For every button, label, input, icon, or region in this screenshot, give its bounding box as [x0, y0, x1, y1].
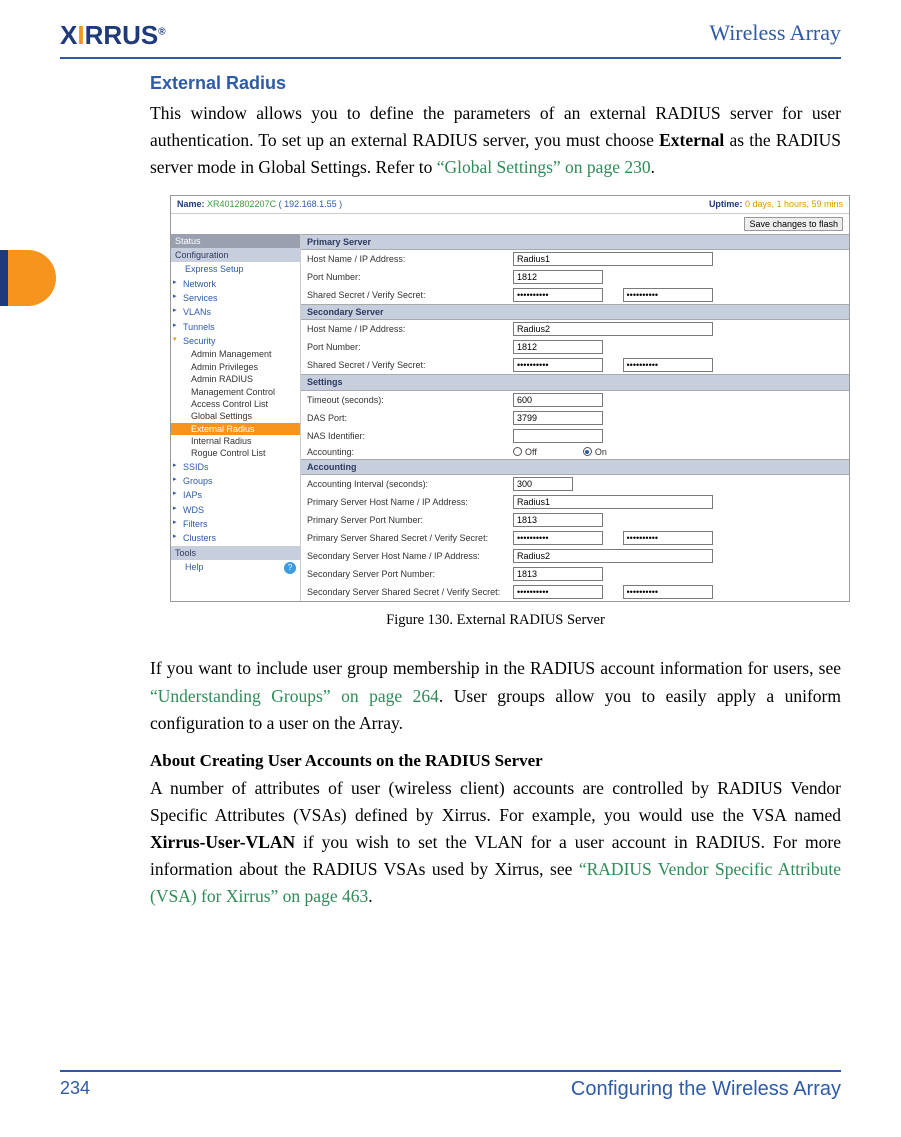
footer-rule	[60, 1070, 841, 1072]
logo: XIRRUS®	[60, 20, 166, 51]
input-primary-host[interactable]	[513, 252, 713, 266]
label-acct-p-port: Primary Server Port Number:	[307, 515, 507, 525]
vsa-paragraph: A number of attributes of user (wireless…	[150, 775, 841, 911]
input-acct-p-secret[interactable]	[513, 531, 603, 545]
input-acct-p-port[interactable]	[513, 513, 603, 527]
figure-screenshot: Name: XR4012802207C ( 192.168.1.55 ) Upt…	[170, 195, 850, 602]
input-acct-s-verify[interactable]	[623, 585, 713, 599]
nav-vlans[interactable]: VLANs	[171, 305, 300, 319]
input-primary-verify[interactable]	[623, 288, 713, 302]
page-number: 234	[60, 1078, 90, 1101]
section-secondary-server: Secondary Server	[301, 304, 849, 320]
input-das-port[interactable]	[513, 411, 603, 425]
nav-global-settings[interactable]: Global Settings	[171, 410, 300, 422]
radio-accounting-on[interactable]: On	[583, 447, 607, 457]
input-acct-s-host[interactable]	[513, 549, 713, 563]
nav-external-radius[interactable]: External Radius	[171, 423, 300, 435]
save-button[interactable]: Save changes to flash	[744, 217, 843, 231]
label-acct-s-port: Secondary Server Port Number:	[307, 569, 507, 579]
nav-network[interactable]: Network	[171, 277, 300, 291]
link-global-settings[interactable]: “Global Settings” on page 230	[437, 157, 651, 177]
nav-admin-privileges[interactable]: Admin Privileges	[171, 361, 300, 373]
nav-clusters[interactable]: Clusters	[171, 531, 300, 545]
nav-help[interactable]: Help?	[171, 560, 300, 576]
label-nas: NAS Identifier:	[307, 431, 507, 441]
footer-title: Configuring the Wireless Array	[571, 1078, 841, 1101]
name-ip: ( 192.168.1.55 )	[279, 199, 343, 209]
intro-paragraph: This window allows you to define the par…	[150, 100, 841, 181]
input-secondary-host[interactable]	[513, 322, 713, 336]
radio-accounting-off[interactable]: Off	[513, 447, 537, 457]
nav-rogue-control-list[interactable]: Rogue Control List	[171, 447, 300, 459]
label-host: Host Name / IP Address:	[307, 254, 507, 264]
nav-tunnels[interactable]: Tunnels	[171, 320, 300, 334]
uptime-label: Uptime:	[709, 199, 745, 209]
nav-groups[interactable]: Groups	[171, 474, 300, 488]
nav-ssids[interactable]: SSIDs	[171, 460, 300, 474]
nav-access-control-list[interactable]: Access Control List	[171, 398, 300, 410]
nav-internal-radius[interactable]: Internal Radius	[171, 435, 300, 447]
label-port-2: Port Number:	[307, 342, 507, 352]
help-icon[interactable]: ?	[284, 562, 296, 574]
label-secret-2: Shared Secret / Verify Secret:	[307, 360, 507, 370]
nav-express-setup[interactable]: Express Setup	[171, 262, 300, 276]
nav-management-control[interactable]: Management Control	[171, 386, 300, 398]
nav-wds[interactable]: WDS	[171, 503, 300, 517]
label-acct-interval: Accounting Interval (seconds):	[307, 479, 507, 489]
subsection-heading: About Creating User Accounts on the RADI…	[150, 751, 841, 771]
nav-security[interactable]: Security	[171, 334, 300, 348]
section-settings: Settings	[301, 374, 849, 390]
nav-filters[interactable]: Filters	[171, 517, 300, 531]
label-accounting: Accounting:	[307, 447, 507, 457]
figure-caption: Figure 130. External RADIUS Server	[150, 612, 841, 629]
label-acct-s-host: Secondary Server Host Name / IP Address:	[307, 551, 507, 561]
input-secondary-verify[interactable]	[623, 358, 713, 372]
label-host-2: Host Name / IP Address:	[307, 324, 507, 334]
input-timeout[interactable]	[513, 393, 603, 407]
input-acct-s-port[interactable]	[513, 567, 603, 581]
label-acct-p-host: Primary Server Host Name / IP Address:	[307, 497, 507, 507]
label-port: Port Number:	[307, 272, 507, 282]
input-primary-port[interactable]	[513, 270, 603, 284]
groups-paragraph: If you want to include user group member…	[150, 655, 841, 736]
nav-sidebar: Status Configuration Express Setup Netwo…	[171, 234, 301, 602]
name-value: XR4012802207C	[207, 199, 276, 209]
input-primary-secret[interactable]	[513, 288, 603, 302]
name-label: Name:	[177, 199, 207, 209]
input-acct-interval[interactable]	[513, 477, 573, 491]
label-secret: Shared Secret / Verify Secret:	[307, 290, 507, 300]
header-rule	[60, 57, 841, 59]
input-acct-s-secret[interactable]	[513, 585, 603, 599]
input-secondary-port[interactable]	[513, 340, 603, 354]
nav-status[interactable]: Status	[171, 234, 300, 248]
section-heading: External Radius	[150, 73, 841, 94]
nav-admin-radius[interactable]: Admin RADIUS	[171, 373, 300, 385]
label-acct-p-secret: Primary Server Shared Secret / Verify Se…	[307, 533, 507, 543]
label-acct-s-secret: Secondary Server Shared Secret / Verify …	[307, 587, 507, 597]
section-accounting: Accounting	[301, 459, 849, 475]
uptime-value: 0 days, 1 hours, 59 mins	[745, 199, 843, 209]
doc-title: Wireless Array	[709, 20, 841, 46]
section-primary-server: Primary Server	[301, 234, 849, 250]
link-understanding-groups[interactable]: “Understanding Groups” on page 264	[150, 686, 439, 706]
nav-tools[interactable]: Tools	[171, 546, 300, 560]
label-das: DAS Port:	[307, 413, 507, 423]
tab-indicator-icon	[0, 250, 56, 306]
input-nas-identifier[interactable]	[513, 429, 603, 443]
input-secondary-secret[interactable]	[513, 358, 603, 372]
label-timeout: Timeout (seconds):	[307, 395, 507, 405]
nav-services[interactable]: Services	[171, 291, 300, 305]
input-acct-p-host[interactable]	[513, 495, 713, 509]
input-acct-p-verify[interactable]	[623, 531, 713, 545]
nav-iaps[interactable]: IAPs	[171, 488, 300, 502]
nav-admin-management[interactable]: Admin Management	[171, 348, 300, 360]
nav-configuration[interactable]: Configuration	[171, 248, 300, 262]
